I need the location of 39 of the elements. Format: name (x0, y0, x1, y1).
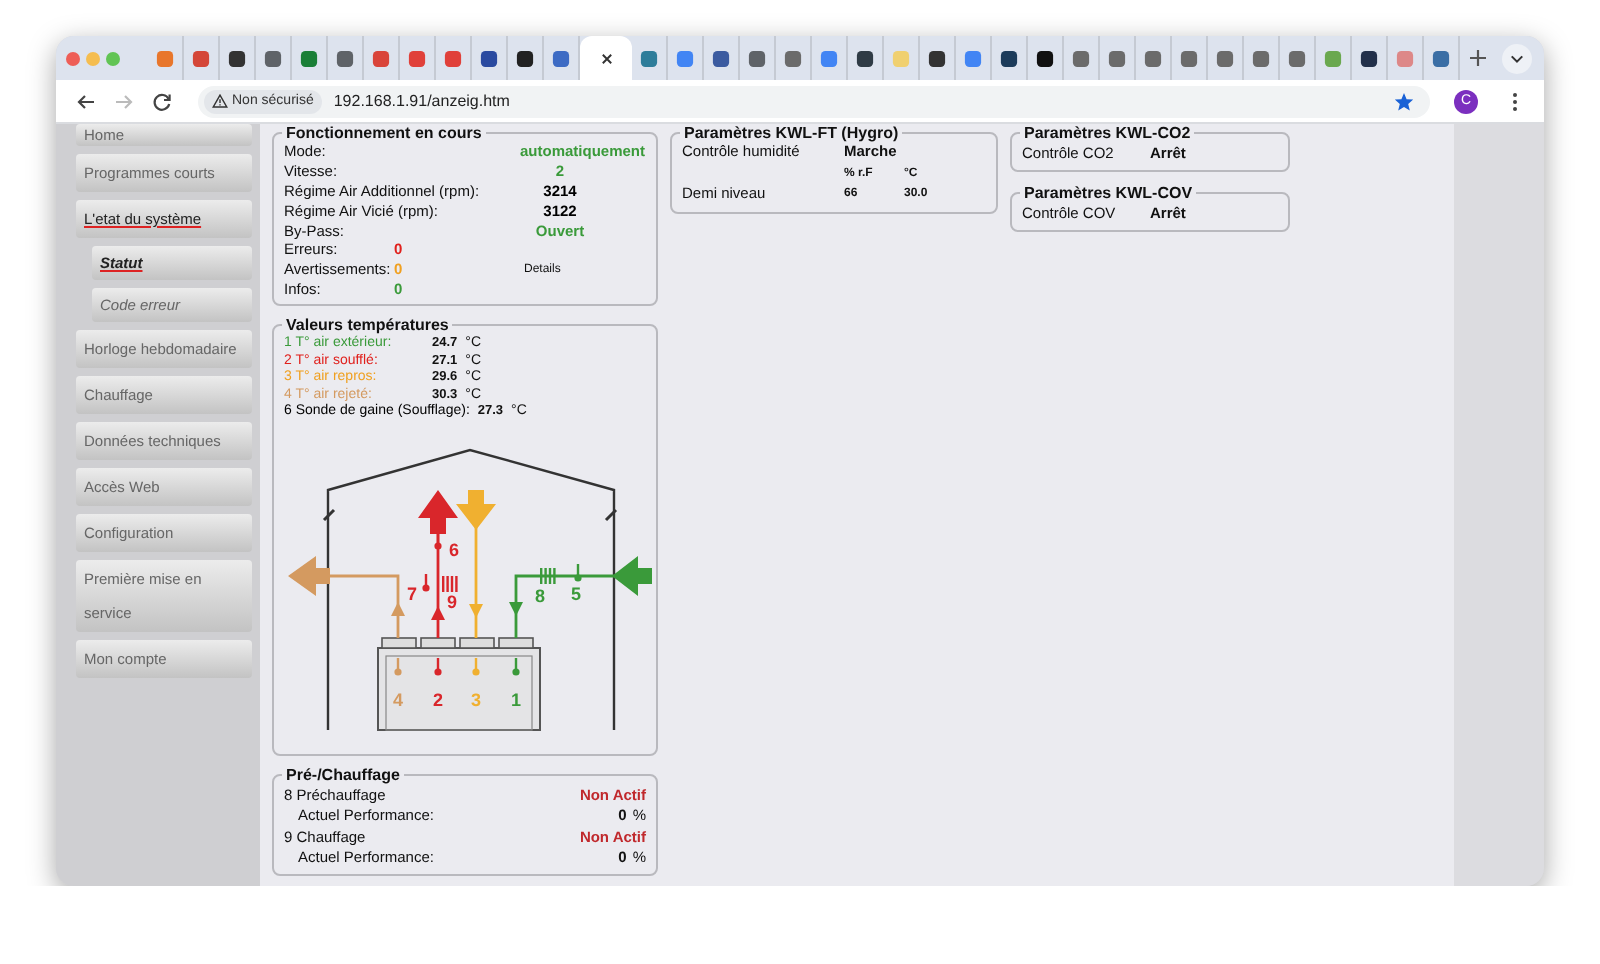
outdoor-air-arrow (509, 555, 652, 638)
url-text: 192.168.1.91/anzeig.htm (333, 92, 510, 110)
panel-title: Paramètres KWL-CO2 (1022, 124, 1193, 142)
sensor-number: 6 (449, 539, 459, 560)
thermometer-icon (422, 573, 430, 592)
new-tab-button[interactable] (1466, 46, 1490, 70)
sensor-number: 3 (471, 689, 481, 710)
sensor-number: 2 (433, 689, 443, 710)
sensor-number: 5 (571, 583, 581, 604)
sensor-number: 4 (393, 689, 403, 710)
reload-button[interactable] (148, 88, 174, 114)
thermometer-icon (434, 531, 442, 550)
heater-coil-icon (540, 567, 556, 584)
panel-title: Pré-/Chauffage (284, 765, 402, 784)
heater-coil-icon (442, 575, 458, 592)
panel-title: Paramètres KWL-COV (1022, 184, 1195, 202)
reload-icon (151, 91, 171, 111)
sensor-number: 9 (447, 591, 457, 612)
sensor-number: 8 (535, 585, 545, 606)
exhaust-air-arrow (288, 555, 405, 638)
thermometer-icon (394, 657, 402, 676)
back-icon (75, 91, 95, 111)
thermometer-icon (512, 657, 520, 676)
close-icon[interactable] (599, 51, 613, 65)
panel-title: Paramètres KWL-FT (Hygro) (682, 124, 901, 142)
panel-title: Valeurs températures (284, 316, 451, 335)
thermometer-icon (434, 657, 442, 676)
sensor-number: 7 (407, 583, 417, 604)
menu-icon (1512, 91, 1518, 111)
chevron-down-icon (1510, 53, 1524, 63)
sensor-number: 1 (511, 689, 521, 710)
panel-title: Fonctionnement en cours (284, 124, 484, 142)
plus-icon (1466, 46, 1490, 70)
forward-icon (113, 91, 133, 111)
tab-search-button[interactable] (1502, 43, 1532, 73)
thermometer-icon (574, 563, 582, 582)
warning-icon (212, 94, 228, 108)
bookmark-star-icon[interactable] (1394, 91, 1414, 111)
thermometer-icon (472, 657, 480, 676)
